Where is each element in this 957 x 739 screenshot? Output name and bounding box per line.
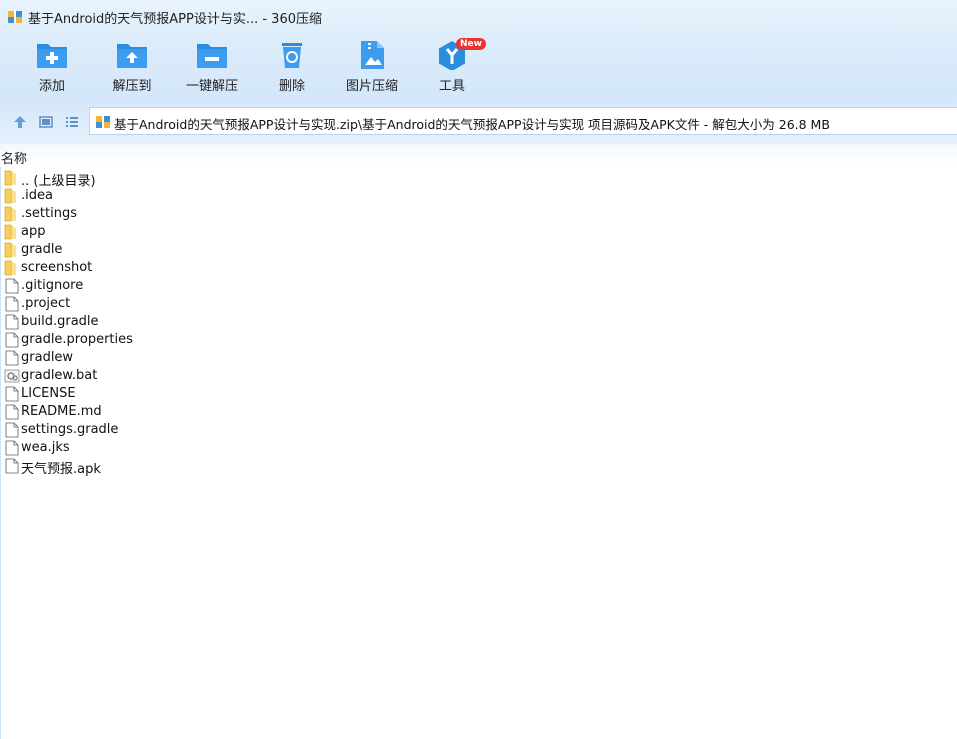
- file-name: build.gradle: [21, 314, 99, 329]
- file-row[interactable]: wea.jks: [0, 439, 400, 457]
- folder-icon: [4, 260, 16, 276]
- one-click-extract-icon: [197, 44, 227, 68]
- document-icon: [5, 440, 19, 456]
- column-header: 名称: [0, 144, 957, 167]
- file-row[interactable]: settings.gradle: [0, 421, 400, 439]
- delete-label: 删除: [278, 79, 305, 94]
- document-icon: [5, 296, 19, 312]
- delete-button[interactable]: 删除: [252, 38, 332, 94]
- folder-row[interactable]: .idea: [0, 187, 400, 205]
- list-view-icon[interactable]: [64, 114, 80, 130]
- file-row[interactable]: gradle.properties: [0, 331, 400, 349]
- folder-icon: [4, 188, 16, 204]
- folder-row[interactable]: gradle: [0, 241, 400, 259]
- toolbar: 添加 解压到 一键解压 删除 图片压缩 New 工具: [0, 32, 957, 100]
- file-name: gradlew.bat: [21, 368, 98, 383]
- file-list: .. (上级目录) .idea .settings app gradle screensh…: [0, 169, 400, 477]
- image-compress-button[interactable]: 图片压缩: [332, 38, 412, 94]
- archive-app-icon: [8, 9, 22, 23]
- file-name: .settings: [21, 206, 77, 221]
- document-icon: [5, 458, 19, 474]
- up-arrow-icon[interactable]: [12, 114, 28, 130]
- file-row[interactable]: LICENSE: [0, 385, 400, 403]
- file-name: wea.jks: [21, 440, 70, 455]
- image-compress-icon: [361, 41, 384, 69]
- extract-to-label: 解压到: [112, 79, 152, 94]
- document-icon: [5, 422, 19, 438]
- file-row[interactable]: gradlew.bat: [0, 367, 400, 385]
- file-name: LICENSE: [21, 386, 76, 401]
- folder-icon: [4, 170, 16, 186]
- document-icon: [5, 350, 19, 366]
- file-name: README.md: [21, 404, 102, 419]
- folder-icon: [4, 224, 16, 240]
- extract-to-icon: [117, 44, 147, 68]
- title-bar: 基于Android的天气预报APP设计与实... - 360压缩: [0, 0, 957, 32]
- add-folder-icon: [37, 44, 67, 68]
- file-name: gradlew: [21, 350, 74, 365]
- new-badge: New: [456, 38, 486, 50]
- folder-icon: [4, 242, 16, 258]
- file-row[interactable]: .gitignore: [0, 277, 400, 295]
- image-compress-label: 图片压缩: [345, 79, 398, 94]
- delete-bin-icon: [282, 43, 302, 68]
- file-row[interactable]: 天气预报.apk: [0, 457, 400, 477]
- file-name: screenshot: [21, 260, 93, 275]
- tools-button[interactable]: New 工具: [412, 38, 492, 94]
- file-name: gradle.properties: [21, 332, 133, 347]
- file-row[interactable]: build.gradle: [0, 313, 400, 331]
- document-icon: [5, 404, 19, 420]
- address-path: 基于Android的天气预报APP设计与实现.zip\基于Android的天气预…: [114, 117, 830, 132]
- address-field[interactable]: 基于Android的天气预报APP设计与实现.zip\基于Android的天气预…: [89, 107, 957, 135]
- tools-label: 工具: [438, 79, 465, 94]
- file-name: .project: [21, 296, 71, 311]
- window-title: 基于Android的天气预报APP设计与实... - 360压缩: [28, 12, 322, 27]
- archive-icon: [96, 114, 110, 128]
- one-click-extract-button[interactable]: 一键解压: [172, 38, 252, 94]
- file-name: gradle: [21, 242, 63, 257]
- file-name: settings.gradle: [21, 422, 119, 437]
- file-name: app: [21, 224, 46, 239]
- document-icon: [5, 314, 19, 330]
- file-name: .gitignore: [21, 278, 84, 293]
- document-icon: [5, 386, 19, 402]
- file-row[interactable]: gradlew: [0, 349, 400, 367]
- thumbnail-view-icon[interactable]: [38, 114, 54, 130]
- one-click-extract-label: 一键解压: [185, 79, 238, 94]
- folder-icon: [4, 206, 16, 222]
- file-name: 天气预报.apk: [21, 462, 101, 477]
- folder-row[interactable]: .settings: [0, 205, 400, 223]
- folder-row[interactable]: app: [0, 223, 400, 241]
- document-icon: [5, 278, 19, 294]
- name-column-header[interactable]: 名称: [1, 148, 27, 167]
- file-row[interactable]: README.md: [0, 403, 400, 421]
- file-name: .idea: [21, 188, 53, 203]
- file-row[interactable]: .project: [0, 295, 400, 313]
- batch-file-icon: [4, 369, 20, 383]
- extract-to-button[interactable]: 解压到: [92, 38, 172, 94]
- folder-row[interactable]: .. (上级目录): [0, 169, 400, 189]
- folder-row[interactable]: screenshot: [0, 259, 400, 277]
- add-label: 添加: [38, 79, 65, 94]
- document-icon: [5, 332, 19, 348]
- address-bar: 基于Android的天气预报APP设计与实现.zip\基于Android的天气预…: [0, 100, 957, 144]
- add-button[interactable]: 添加: [12, 38, 92, 94]
